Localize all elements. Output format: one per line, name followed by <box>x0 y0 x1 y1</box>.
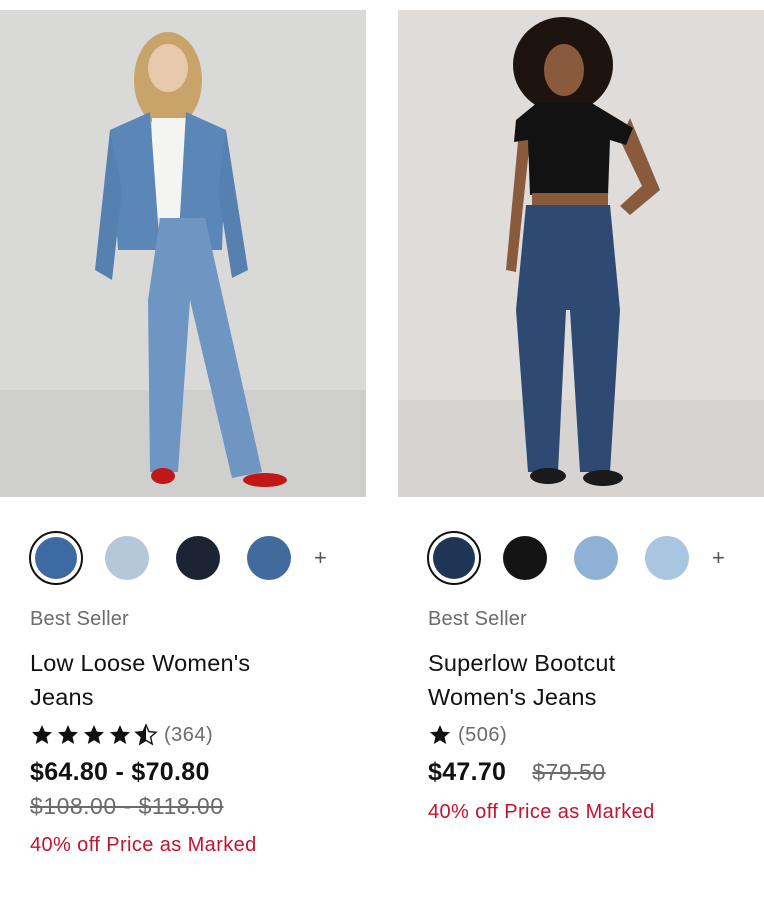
promo-text: 40% off Price as Marked <box>30 834 257 856</box>
more-colors-button[interactable]: + <box>712 547 725 569</box>
swatch[interactable] <box>176 536 220 580</box>
swatch[interactable] <box>645 536 689 580</box>
product-image[interactable] <box>398 10 764 497</box>
product-title-line[interactable]: Low Loose Women's <box>30 646 360 680</box>
star-icon <box>84 725 104 744</box>
swatch[interactable] <box>574 536 618 580</box>
star-icon <box>32 725 52 744</box>
review-count: (506) <box>458 723 508 746</box>
original-price: $79.50 <box>532 759 606 785</box>
star-icon <box>430 725 450 744</box>
star-rating <box>428 723 454 747</box>
sale-price: $64.80 - $70.80 <box>30 758 210 786</box>
product-card-low-loose[interactable]: + Best Seller Low Loose Women's Jeans (3… <box>0 10 366 856</box>
star-rating <box>30 723 160 747</box>
product-card-superlow-bootcut[interactable]: + Best Seller Superlow Bootcut Women's J… <box>398 10 764 823</box>
product-title-line[interactable]: Women's Jeans <box>428 680 758 714</box>
rating[interactable]: (364) <box>30 720 360 750</box>
star-icon <box>58 725 78 744</box>
review-count: (364) <box>164 723 214 746</box>
color-swatches: + <box>29 528 327 588</box>
sale-price: $47.70 <box>428 758 507 786</box>
color-swatches: + <box>427 528 725 588</box>
original-price: $108.00 - $118.00 <box>30 793 224 819</box>
swatch-selected[interactable] <box>29 531 83 585</box>
product-title-line[interactable]: Jeans <box>30 680 360 714</box>
product-title[interactable]: Superlow Bootcut Women's Jeans <box>428 646 758 714</box>
star-half-icon <box>134 723 158 746</box>
best-seller-badge: Best Seller <box>30 608 129 630</box>
product-image[interactable] <box>0 10 366 497</box>
more-colors-button[interactable]: + <box>314 547 327 569</box>
star-icon <box>110 725 130 744</box>
swatch[interactable] <box>247 536 291 580</box>
product-title[interactable]: Low Loose Women's Jeans <box>30 646 360 714</box>
promo-text: 40% off Price as Marked <box>428 801 655 823</box>
swatch[interactable] <box>503 536 547 580</box>
swatch[interactable] <box>105 536 149 580</box>
rating[interactable]: (506) <box>428 720 758 750</box>
swatch-selected[interactable] <box>427 531 481 585</box>
best-seller-badge: Best Seller <box>428 608 527 630</box>
product-title-line[interactable]: Superlow Bootcut <box>428 646 758 680</box>
